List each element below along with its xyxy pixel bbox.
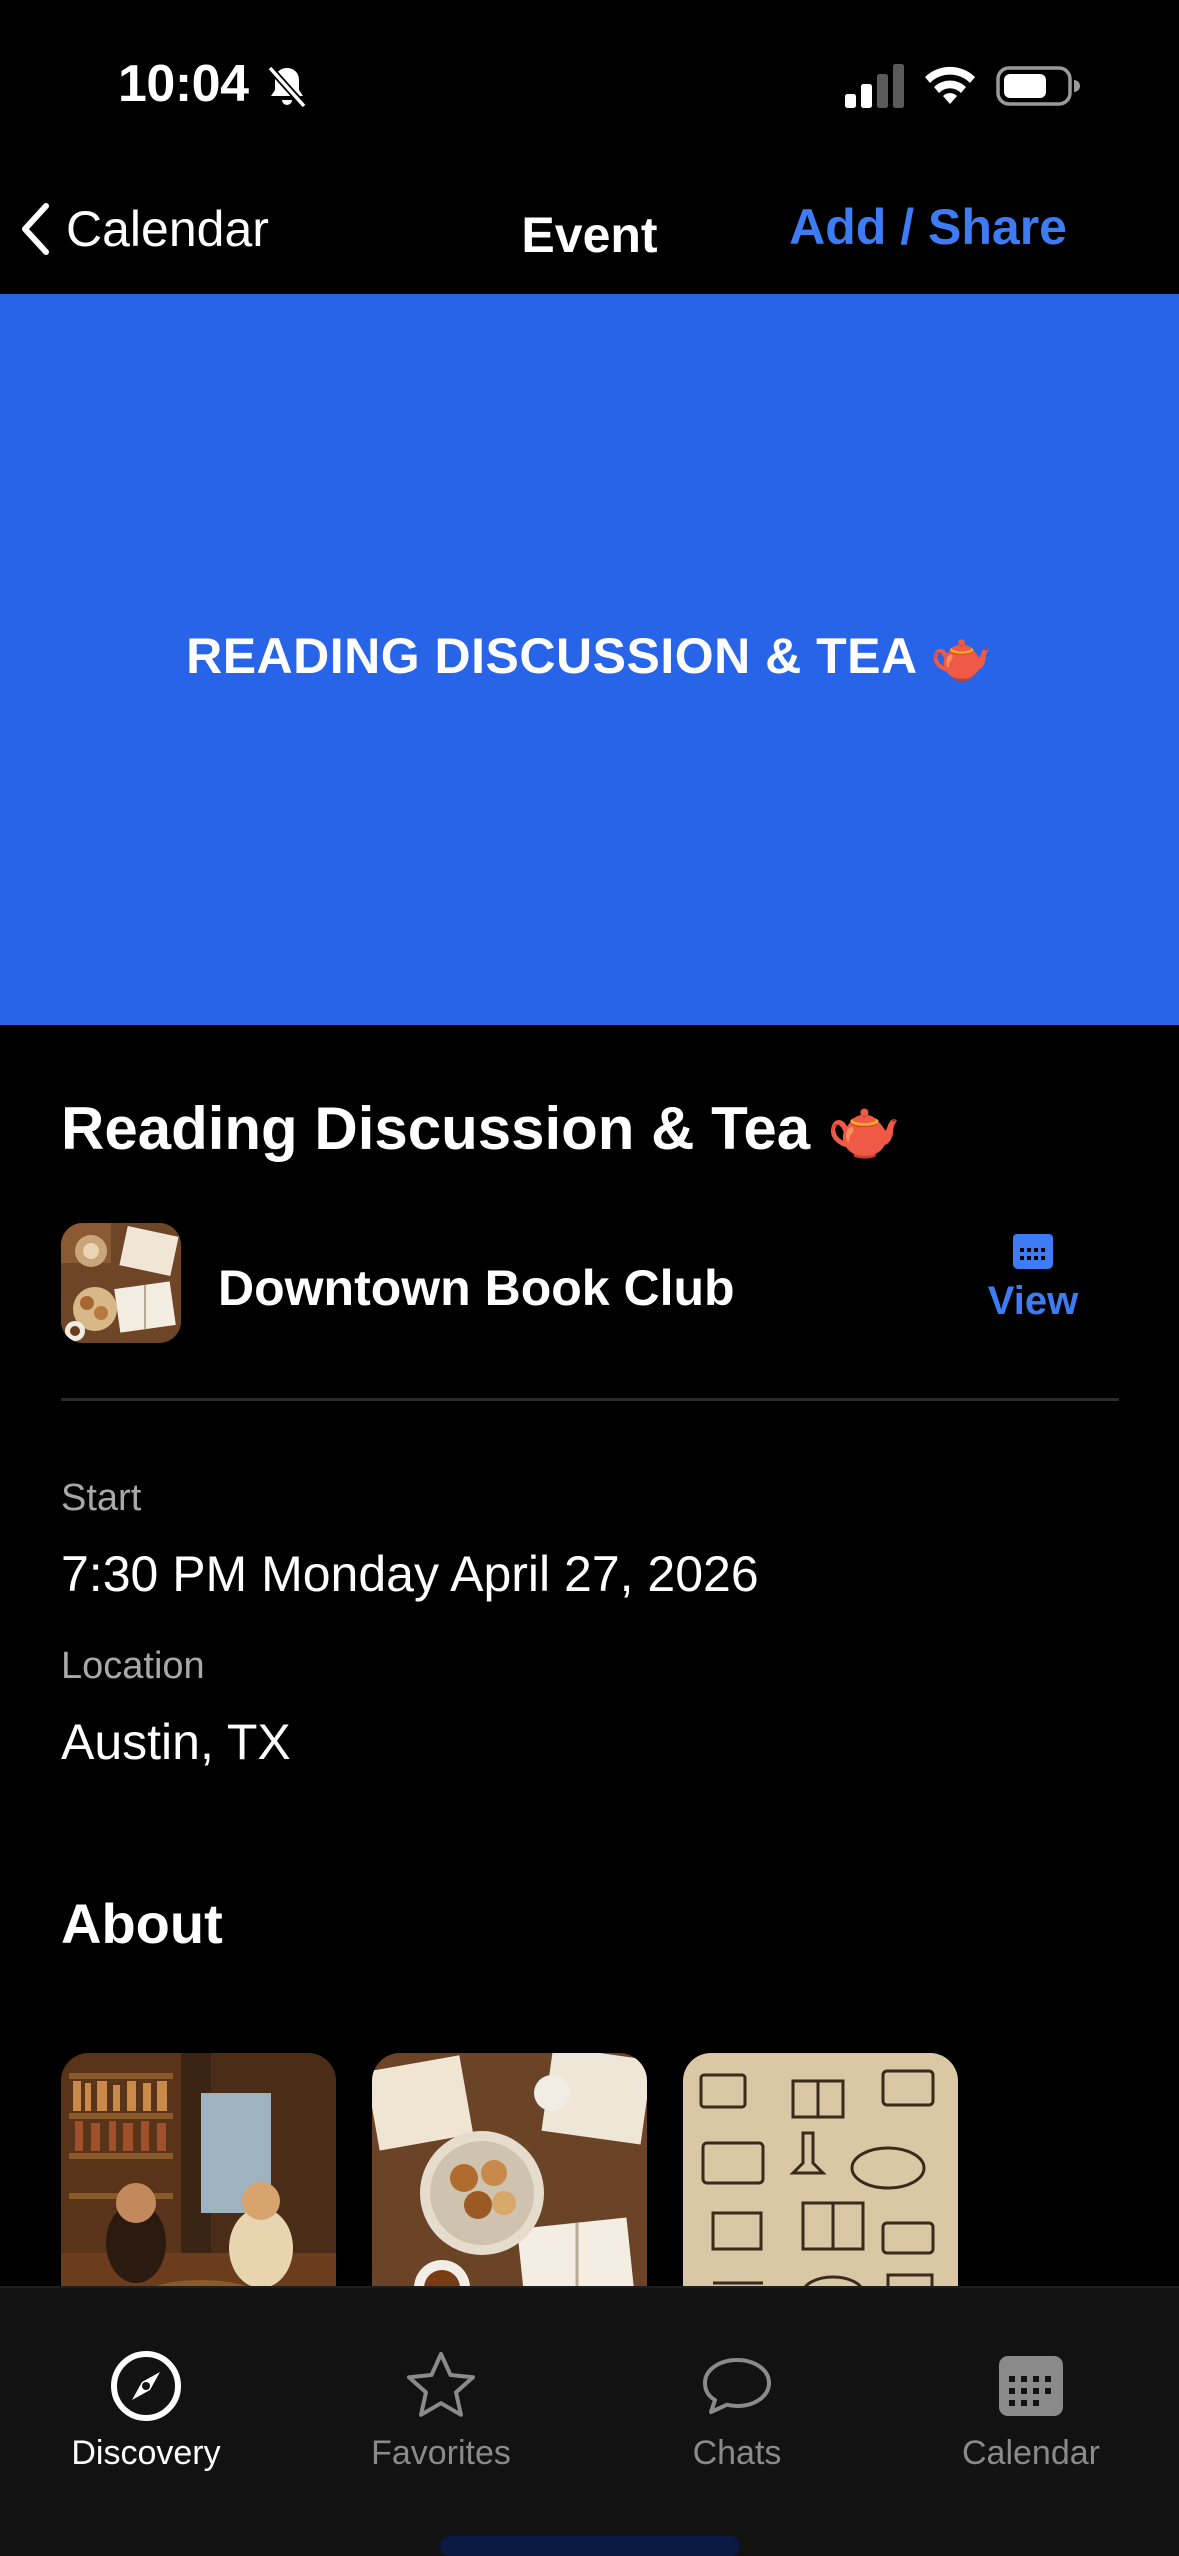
event-screen: 10:04 Calendar Event Add / Share READING… xyxy=(0,0,1179,2556)
book-club-thumbnail-icon xyxy=(61,1223,181,1343)
banner-title: READING DISCUSSION & TEA 🫖 xyxy=(186,628,993,684)
tab-calendar[interactable]: Calendar xyxy=(906,2348,1156,2473)
status-time: 10:04 xyxy=(118,55,249,113)
start-value: 7:30 PM Monday April 27, 2026 xyxy=(61,1546,759,1602)
battery-icon xyxy=(996,66,1080,106)
compass-icon xyxy=(111,2351,181,2421)
tab-label: Calendar xyxy=(962,2434,1100,2472)
status-bar: 10:04 xyxy=(0,0,1179,170)
location-label: Location xyxy=(61,1645,205,1687)
event-banner: READING DISCUSSION & TEA 🫖 xyxy=(0,294,1179,1025)
calendar-grid-icon xyxy=(1013,1234,1053,1269)
tab-discovery[interactable]: Discovery xyxy=(21,2348,271,2473)
location-value[interactable]: Austin, TX xyxy=(61,1713,291,1771)
navigation-bar: Calendar Event Add / Share xyxy=(0,170,1179,294)
bell-off-icon xyxy=(267,65,307,109)
star-icon xyxy=(407,2352,475,2417)
wifi-icon xyxy=(925,66,975,104)
about-heading: About xyxy=(61,1892,223,1955)
tab-label: Favorites xyxy=(371,2434,511,2472)
home-indicator xyxy=(440,2536,740,2556)
chat-bubble-icon xyxy=(703,2358,771,2414)
tab-chats[interactable]: Chats xyxy=(612,2348,862,2473)
view-organizer-button[interactable]: View xyxy=(983,1231,1083,1324)
calendar-icon xyxy=(999,2356,1063,2416)
add-share-button[interactable]: Add / Share xyxy=(789,198,1067,256)
tab-favorites[interactable]: Favorites xyxy=(316,2348,566,2473)
organizer-name: Downtown Book Club xyxy=(218,1260,735,1316)
start-label: Start xyxy=(61,1477,142,1519)
tab-bar: Discovery Favorites Chats Calendar xyxy=(0,2286,1179,2556)
tab-label: Chats xyxy=(692,2434,782,2472)
section-divider xyxy=(61,1398,1119,1401)
view-label: View xyxy=(987,1279,1079,1323)
cellular-signal-icon xyxy=(845,64,904,108)
organizer-avatar xyxy=(61,1223,181,1343)
organizer-row[interactable]: Downtown Book Club View xyxy=(61,1223,1119,1343)
tab-label: Discovery xyxy=(71,2434,221,2472)
event-title: Reading Discussion & Tea 🫖 xyxy=(61,1095,902,1162)
